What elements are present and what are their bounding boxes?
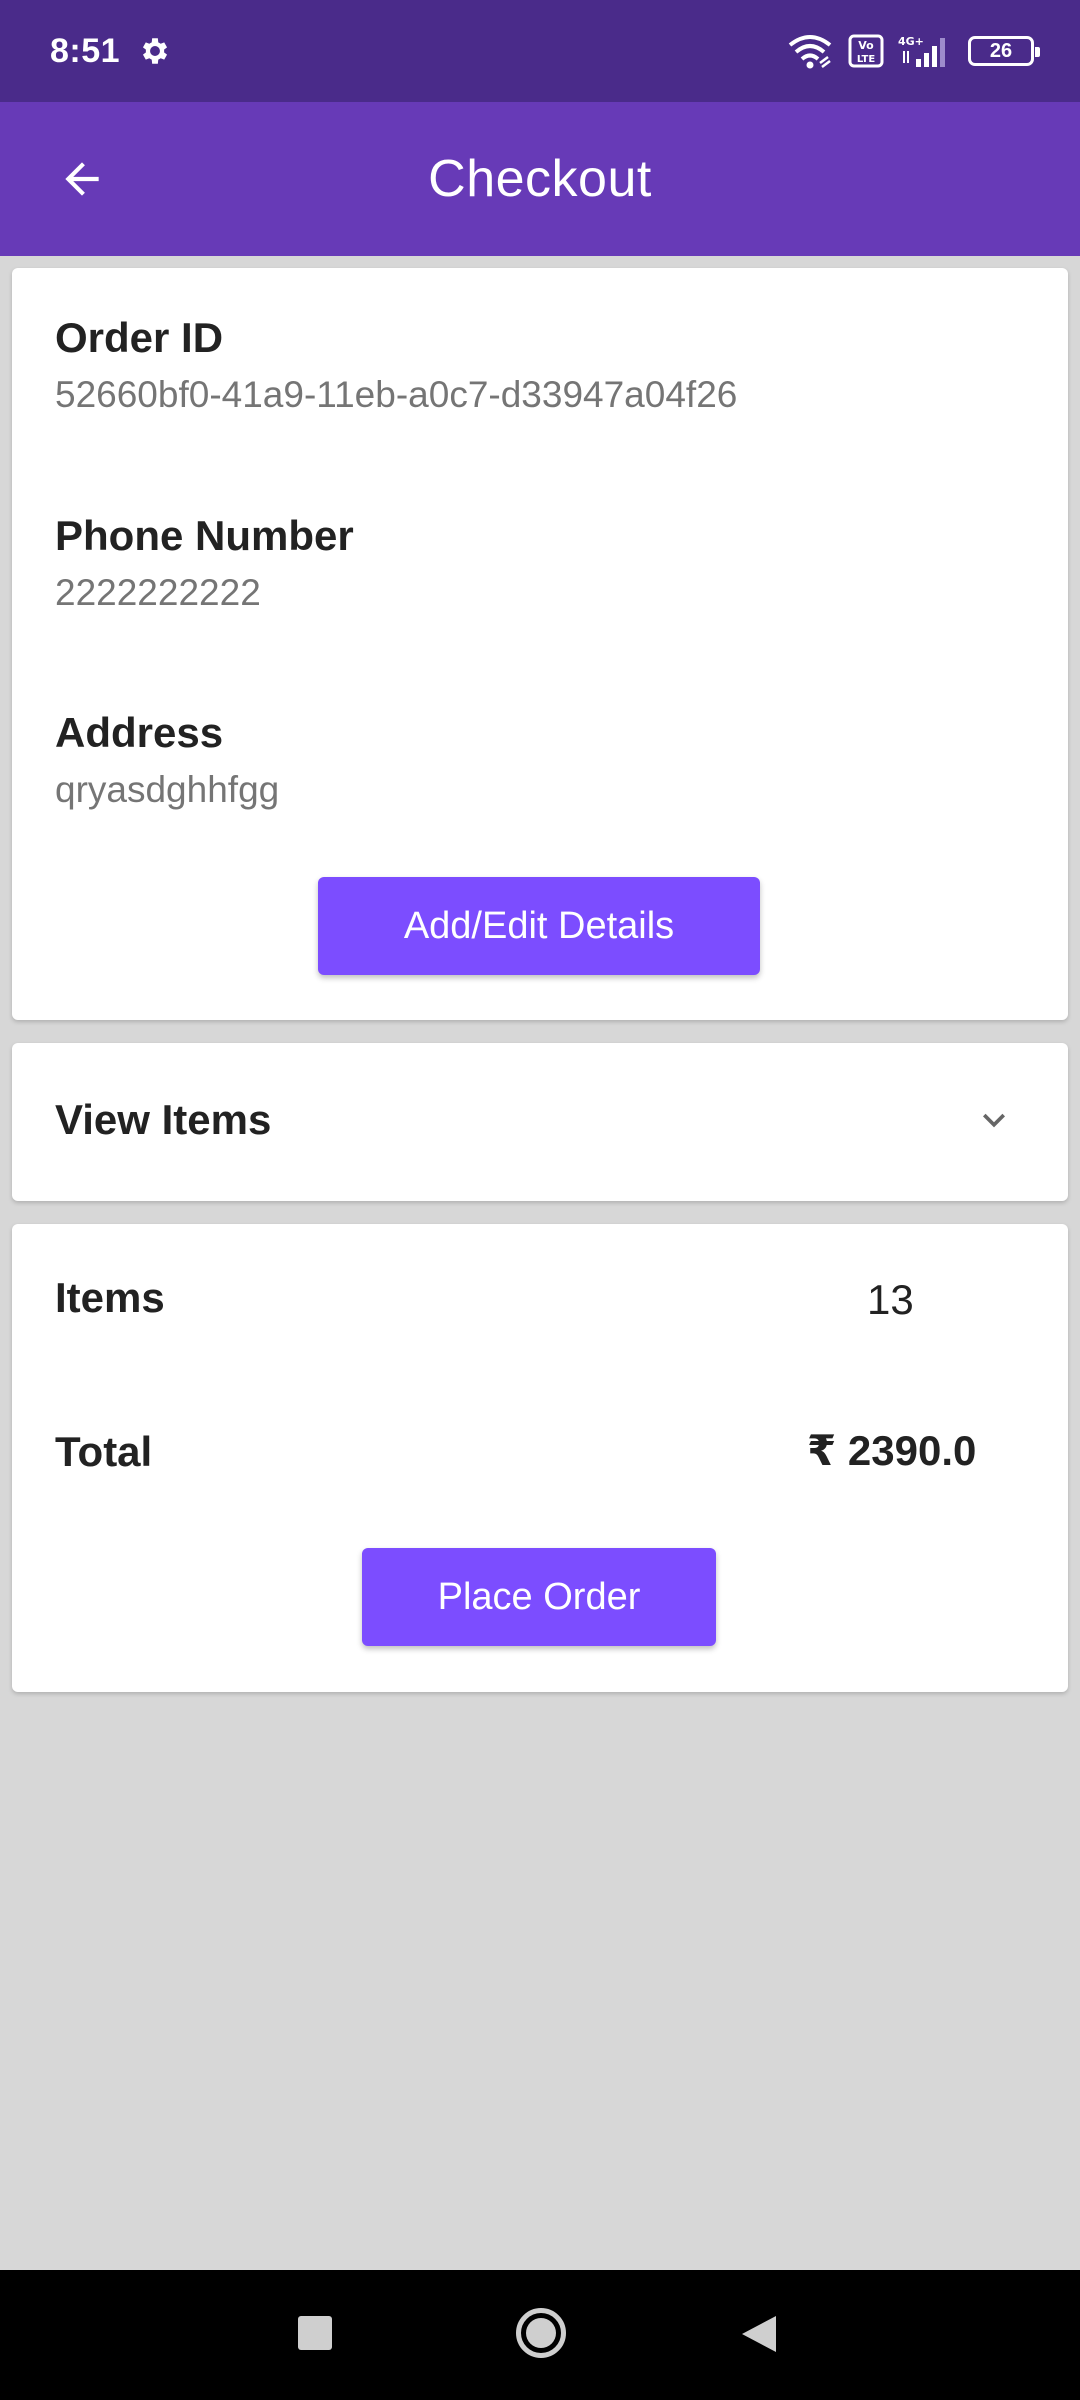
status-icons: Vo LTE 4G+ 26 <box>786 33 1040 69</box>
address-value: qryasdghhfgg <box>55 769 280 810</box>
battery-level: 26 <box>989 39 1013 62</box>
place-order-button[interactable]: Place Order <box>362 1548 716 1646</box>
total-amount: ₹ 2390.0 <box>807 1427 977 1474</box>
view-items-label: View Items <box>55 1096 272 1143</box>
settings-gear-icon <box>143 38 168 64</box>
add-edit-details-button[interactable]: Add/Edit Details <box>318 877 760 975</box>
signal-icon: 4G+ <box>898 35 945 67</box>
chevron-down-icon[interactable] <box>972 1098 1016 1142</box>
order-id-label: Order ID <box>55 314 224 361</box>
order-id-value: 52660bf0-41a9-11eb-a0c7-d33947a04f26 <box>55 374 738 415</box>
svg-text:LTE: LTE <box>857 54 876 65</box>
home-circle-icon[interactable] <box>516 2308 566 2358</box>
svg-text:4G+: 4G+ <box>898 35 924 48</box>
back-triangle-icon[interactable] <box>740 2314 778 2354</box>
view-items-card[interactable]: View Items <box>12 1043 1068 1201</box>
page-title: Checkout <box>428 150 652 208</box>
status-time: 8:51 <box>50 31 121 70</box>
volte-icon: Vo LTE <box>848 34 884 68</box>
svg-text:Vo: Vo <box>858 39 874 52</box>
arrow-back-icon <box>65 162 99 196</box>
recents-square-icon[interactable] <box>298 2316 332 2350</box>
home-circle-inner <box>526 2318 556 2348</box>
back-button[interactable] <box>50 147 114 211</box>
app-bar: Checkout <box>0 102 1080 256</box>
phone-number-value: 2222222222 <box>55 572 261 613</box>
items-label: Items <box>55 1274 165 1321</box>
order-details-card: Order ID 52660bf0-41a9-11eb-a0c7-d33947a… <box>12 268 1068 1020</box>
address-label: Address <box>55 709 224 756</box>
order-summary-card: Items 13 Total ₹ 2390.0 Place Order <box>12 1224 1068 1692</box>
phone-number-label: Phone Number <box>55 512 354 559</box>
items-count: 13 <box>867 1276 914 1323</box>
system-nav-bar <box>0 2270 1080 2400</box>
status-bar: 8:51 Vo LTE 4G+ 26 <box>0 0 1080 102</box>
battery-icon: 26 <box>968 36 1040 66</box>
total-label: Total <box>55 1428 153 1475</box>
wifi-icon <box>788 35 832 69</box>
